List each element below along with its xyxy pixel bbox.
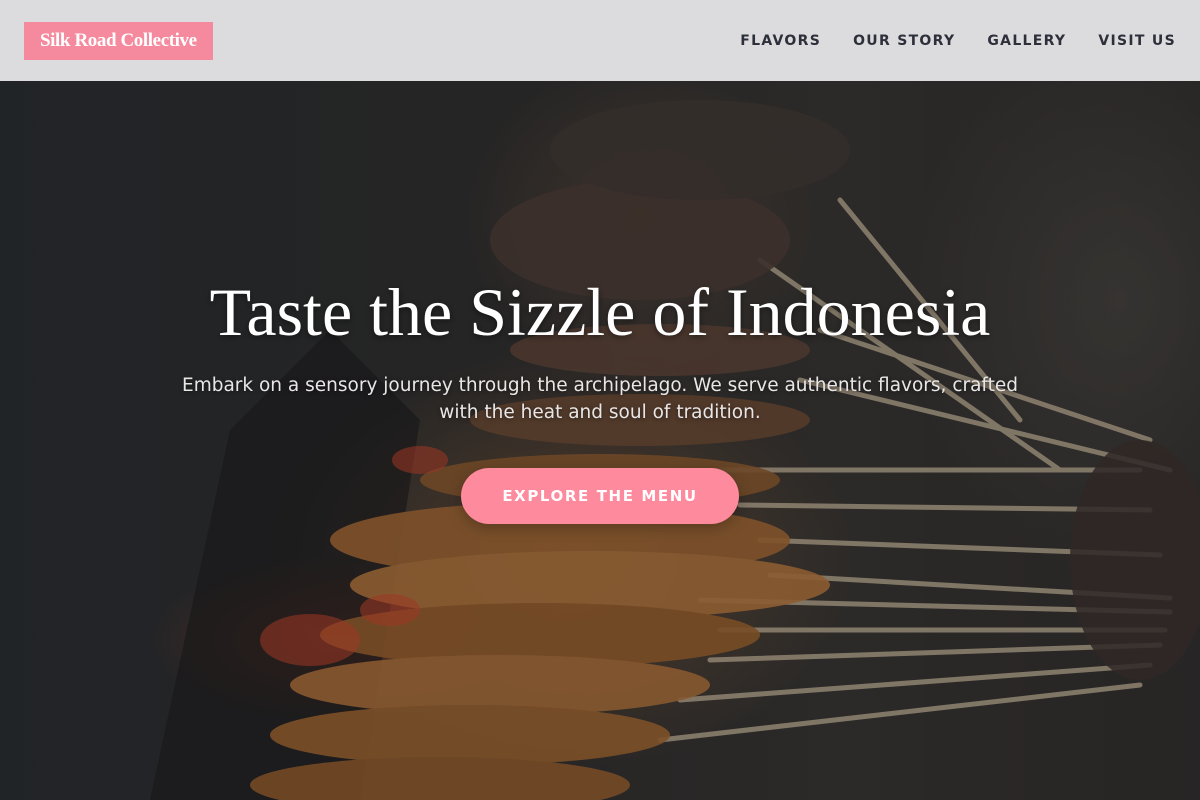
nav-link-flavors[interactable]: FLAVORS bbox=[740, 33, 821, 49]
nav-link-our-story[interactable]: OUR STORY bbox=[853, 33, 955, 49]
main-nav: FLAVORS OUR STORY GALLERY VISIT US bbox=[708, 33, 1176, 49]
hero-section: Taste the Sizzle of Indonesia Embark on … bbox=[0, 0, 1200, 800]
site-header: Silk Road Collective FLAVORS OUR STORY G… bbox=[0, 0, 1200, 81]
hero-title: Taste the Sizzle of Indonesia bbox=[209, 274, 991, 350]
nav-link-visit-us[interactable]: VISIT US bbox=[1098, 33, 1176, 49]
landing-page: Silk Road Collective FLAVORS OUR STORY G… bbox=[0, 0, 1200, 800]
hero-subtitle: Embark on a sensory journey through the … bbox=[182, 375, 1018, 423]
nav-link-gallery[interactable]: GALLERY bbox=[987, 33, 1066, 49]
brand-logo[interactable]: Silk Road Collective bbox=[24, 21, 213, 60]
explore-menu-button[interactable]: EXPLORE THE MENU bbox=[461, 468, 739, 524]
